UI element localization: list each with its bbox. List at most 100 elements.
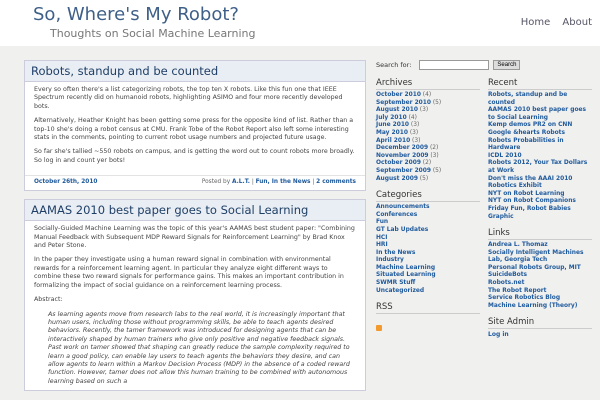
post-paragraph: Every so often there's a list categorizi… [34,86,343,110]
archive-link[interactable]: December 2009 [376,145,428,151]
blogroll-link[interactable]: The Robot Report [488,288,547,294]
category-link[interactable]: Industry [376,257,404,263]
archive-item: August 2009 (5) [376,176,480,184]
author-link[interactable]: A.L.T. [232,179,250,185]
recent-post-link[interactable]: Robots Probabilities in Hardware [488,138,564,152]
category-item: Uncategorized [376,288,480,296]
post-title[interactable]: Robots, standup and be counted [25,61,365,82]
archive-item: November 2009 (3) [376,153,480,161]
rss-icon[interactable] [376,325,382,332]
post-paragraph: Socially-Guided Machine Learning was the… [34,225,355,250]
links-list: Andrea L. Thomaz Socially Intelligent Mac… [488,242,592,310]
archive-link[interactable]: October 2010 [376,92,421,98]
post-title[interactable]: AAMAS 2010 best paper goes to Social Lea… [25,200,365,222]
post-body: Every so often there's a list categorizi… [25,82,365,175]
archive-link[interactable]: May 2010 [376,130,408,136]
post-body: Socially-Guided Machine Learning was the… [25,221,365,390]
recent-post-link[interactable]: Graphic [488,214,514,220]
recent-post-link[interactable]: Kemp demos PR2 on CNN [488,122,572,128]
category-link[interactable]: HCI [376,235,387,241]
recent-post-item: Don't miss the AAAI 2010 Robotics Exhibi… [488,176,592,191]
recent-heading: Recent [488,78,592,90]
comments-link[interactable]: 2 comments [316,179,356,185]
archive-count: (5) [417,175,429,182]
archive-link[interactable]: October 2009 [376,160,421,166]
category-item: Fun [376,219,480,227]
blogroll-link[interactable]: Machine Learning (Theory) [488,303,577,309]
recent-post-item: Google &hearts Robots [488,130,592,138]
archives-heading: Archives [376,78,480,90]
category-item: Conferences [376,212,480,220]
site-title[interactable]: So, Where's My Robot? [33,4,239,25]
recent-post-link[interactable]: NYT on Robot Companions [488,198,576,204]
blogroll-item: SuicideBots [488,272,592,280]
recent-post-link[interactable]: AAMAS 2010 best paper goes to Social Lea… [488,107,586,121]
categories-heading: Categories [376,190,480,203]
archive-count: (4) [420,92,432,98]
recent-post-item: NYT on Robot Learning [488,191,592,199]
blogroll-item: Robots.net [488,280,592,288]
archive-count: (3) [407,129,419,136]
blogroll-link[interactable]: Andrea L. Thomaz [488,242,548,248]
abstract-quote: As learning agents move from research la… [48,310,350,385]
post-paragraph: Abstract: [34,296,63,304]
blogroll-link[interactable]: Personal Robots Group, MIT [488,265,581,271]
recent-post-item: Graphic [488,214,592,222]
recent-post-item: Robots, standup and be counted [488,92,592,107]
recent-post-link[interactable]: Friday Fun, Robot Babies [488,206,571,212]
search-input[interactable] [419,60,490,70]
archive-link[interactable]: September 2009 [376,168,431,174]
blogroll-item: The Robot Report [488,288,592,296]
archive-link[interactable]: June 2010 [376,122,409,128]
category-link[interactable]: Uncategorized [376,288,424,294]
category-link[interactable]: HRI [376,242,388,248]
archive-count: (2) [428,145,439,152]
category-link[interactable]: Announcements [376,204,430,210]
blogroll-link[interactable]: Service Robotics Blog [488,295,560,301]
recent-list: Robots, standup and be counted AAMAS 2010… [488,92,592,221]
blogroll-item: Service Robotics Blog [488,295,592,303]
category-item: In the News [376,250,480,258]
recent-post-link[interactable]: Don't miss the AAAI 2010 Robotics Exhibi… [488,176,572,190]
post-paragraph: So far she's tallied ~550 robots on camp… [34,148,355,164]
recent-post-link[interactable]: Robots 2012, Your Tax Dollars at Work [488,160,587,174]
blogroll-link[interactable]: Socially Intelligent Machines Lab, Georg… [488,250,583,264]
recent-post-link[interactable]: ICDL 2010 [488,153,522,159]
category-item: GT Lab Updates [376,227,480,235]
archive-link[interactable]: August 2009 [376,176,418,182]
archive-link[interactable]: September 2010 [376,100,431,106]
category-link[interactable]: Conferences [376,212,417,218]
archive-link[interactable]: April 2010 [376,138,410,144]
nav-about-link[interactable]: About [562,17,592,28]
login-link[interactable]: Log in [488,331,592,338]
archive-link[interactable]: July 2010 [376,115,407,121]
recent-post-link[interactable]: NYT on Robot Learning [488,191,565,197]
archive-item: September 2010 (5) [376,100,480,108]
main-content: Robots, standup and be counted Every so … [24,60,366,399]
category-link[interactable]: Fun [376,219,388,225]
blogroll-item: Socially Intelligent Machines Lab, Georg… [488,250,592,265]
category-item: Announcements [376,204,480,212]
archive-count: (2) [420,160,432,167]
archive-link[interactable]: August 2010 [376,107,418,113]
recent-post-item: ICDL 2010 [488,153,592,161]
recent-post-item: Kemp demos PR2 on CNN [488,122,592,130]
archive-item: October 2009 (2) [376,160,480,168]
archive-count: (3) [428,152,439,159]
search-button[interactable]: Search [493,60,521,70]
blogroll-link[interactable]: SuicideBots [488,272,527,278]
category-link[interactable]: Situated Learning [376,272,436,278]
category-link[interactable]: SWMR Stuff [376,280,415,286]
category-item: Situated Learning [376,272,480,280]
recent-post-link[interactable]: Robots, standup and be counted [488,92,567,106]
category-link[interactable]: In the News [376,250,415,256]
post-categories-link[interactable]: Fun, In the News [256,179,311,185]
category-link[interactable]: GT Lab Updates [376,227,428,233]
post: Robots, standup and be counted Every so … [24,60,366,192]
archive-link[interactable]: November 2009 [376,153,429,159]
nav-home-link[interactable]: Home [521,17,551,28]
recent-post-link[interactable]: Google &hearts Robots [488,130,565,136]
post-date-link[interactable]: October 26th, 2010 [34,179,97,185]
category-link[interactable]: Machine Learning [376,265,435,271]
blogroll-link[interactable]: Robots.net [488,280,524,286]
